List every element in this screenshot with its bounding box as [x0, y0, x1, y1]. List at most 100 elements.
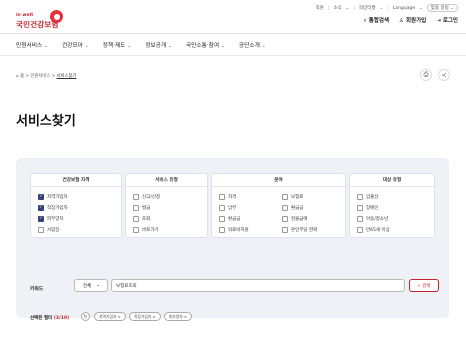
checkbox-icon[interactable] [219, 216, 225, 222]
checkbox-icon[interactable] [282, 216, 288, 222]
checkbox-icon[interactable] [357, 194, 363, 200]
option-label: 보험료 [291, 195, 304, 200]
checkbox-option[interactable]: 환급금 [282, 205, 303, 211]
checkbox-option[interactable]: 환급금 [219, 216, 240, 222]
search-button-label: 검색 [422, 283, 431, 289]
nav-item-civil[interactable]: 민원서비스 ⌄ [16, 40, 48, 49]
option-label: 조회 [142, 217, 151, 222]
checkbox-icon[interactable] [219, 194, 225, 200]
share-icon[interactable]: ≺ [438, 69, 450, 81]
checkbox-option[interactable]: 발급 [133, 205, 150, 211]
user-add-icon: ♙ [399, 18, 404, 24]
filter-chip[interactable]: 직장가입자 × [128, 312, 161, 321]
checkbox-option[interactable]: 현물급여 [282, 216, 308, 222]
divider: | [353, 5, 355, 11]
option-label: 환급금 [228, 217, 241, 222]
checkbox-option[interactable]: 만65세 이상 [357, 227, 390, 233]
main-nav: 민원서비스 ⌄ 건강모아 ⌄ 정책·제도 ⌄ 정보공개 ⌄ 국민소통·참여 ⌄ 공단소개 ⌄ [16, 40, 266, 49]
checkbox-icon[interactable] [282, 194, 288, 200]
option-label: 신고/신청 [142, 195, 161, 200]
checkbox-icon[interactable] [282, 205, 288, 211]
chevron-down-icon: ⌄ [96, 283, 101, 288]
nav-label: 국민소통·참여 [185, 43, 220, 49]
checkbox-option[interactable]: 보험료 [282, 194, 303, 200]
util-link-language[interactable]: Language [393, 6, 415, 11]
checkbox-icon[interactable] [133, 227, 139, 233]
keyword-label: 키워드 [30, 287, 44, 292]
join-button[interactable]: ♙ 회원가입 [399, 16, 426, 25]
option-label: 직장가입자 [47, 206, 68, 211]
reset-icon[interactable]: ↻ [81, 312, 90, 321]
checkbox-icon[interactable] [38, 227, 44, 233]
checkbox-checked-icon[interactable]: ✓ [38, 216, 44, 222]
print-icon[interactable]: ⎙ [420, 69, 432, 81]
util-link-alert[interactable]: 맞춤 알림 ⌄ [426, 4, 458, 12]
checkbox-checked-icon[interactable]: ✓ [38, 205, 44, 211]
filter-title: 분야 [212, 174, 345, 187]
checkbox-icon[interactable] [357, 227, 363, 233]
checkbox-icon[interactable] [133, 194, 139, 200]
chevron-down-icon: ⌄ [84, 44, 89, 49]
checkbox-icon[interactable] [357, 216, 363, 222]
breadcrumb-current[interactable]: 서비스찾기 [57, 74, 77, 79]
filter-box-qualification: 건강보험 자격 ✓ 지역가입자 ✓ 직장가입자 ✓ 피부양자 사업장 [30, 173, 122, 238]
checkbox-icon[interactable] [219, 227, 225, 233]
search-submit-button[interactable]: ⌕ 검색 [409, 279, 439, 292]
filter-chip[interactable]: 지역가입자 × [94, 312, 126, 321]
nav-item-about[interactable]: 공단소개 ⌄ [239, 40, 266, 49]
filter-title: 서비스 유형 [126, 174, 207, 187]
checkbox-option[interactable]: ✓ 피부양자 [38, 216, 64, 222]
checkbox-option[interactable]: ✓ 직장가입자 [38, 205, 68, 211]
nav-item-comm[interactable]: 국민소통·참여 ⌄ [186, 40, 225, 49]
checkbox-option[interactable]: 임출산 [357, 194, 378, 200]
home-icon[interactable]: ⌂ [16, 74, 19, 79]
checkbox-icon[interactable] [133, 205, 139, 211]
option-label: 발급 [142, 206, 151, 211]
checkbox-option[interactable]: 사업장 [38, 227, 59, 233]
login-button[interactable]: ⇥ 로그인 [436, 16, 458, 25]
option-label: 임출산 [366, 195, 379, 200]
checkbox-option[interactable]: 신고/신청 [133, 194, 160, 200]
checkbox-icon[interactable] [133, 216, 139, 222]
utility-bar: 직원 | 소식 ⌄ | 희망티켓 ⌄ | Language ⌄ 맞춤 알림 ⌄ [316, 4, 458, 12]
util-link-staff[interactable]: 직원 [316, 5, 324, 11]
filter-box-service-type: 서비스 유형 신고/신청 발급 조회 바로가기 [125, 173, 208, 238]
nav-item-policy[interactable]: 정책·제도 ⌄ [103, 40, 132, 49]
checkbox-option[interactable]: 본인부담 완화 [282, 227, 317, 233]
nav-label: 건강모아 [61, 43, 83, 49]
breadcrumb-level1[interactable]: 민원서비스 [30, 74, 50, 79]
checkbox-option[interactable]: ✓ 지역가입자 [38, 194, 68, 200]
filter-title: 건강보험 자격 [31, 174, 121, 187]
util-link-ticket[interactable]: 희망티켓 [359, 5, 376, 11]
chevron-down-icon: ⌄ [419, 5, 423, 11]
chevron-down-icon: ⌄ [221, 44, 225, 49]
divider: | [387, 5, 389, 11]
nav-item-health[interactable]: 건강모아 ⌄ [62, 40, 89, 49]
checkbox-icon[interactable] [219, 205, 225, 211]
keyword-input[interactable]: 보험료조회 [111, 279, 405, 292]
page-title: 서비스찾기 [16, 114, 76, 129]
breadcrumb-home[interactable]: 홈 [20, 74, 24, 79]
checkbox-option[interactable]: 아동/청소년 [357, 216, 388, 222]
header-divider [0, 33, 466, 34]
checkbox-option[interactable]: 자격 [219, 194, 236, 200]
selected-label-text: 선택된 필터 [30, 316, 53, 321]
checkbox-option[interactable]: 의료비지원 [219, 227, 249, 233]
checkbox-option[interactable]: 바로가기 [133, 227, 159, 233]
keyword-scope-select[interactable]: 전체 ⌄ [74, 279, 108, 292]
checkbox-checked-icon[interactable]: ✓ [38, 194, 44, 200]
checkbox-option[interactable]: 조회 [133, 216, 150, 222]
join-label: 회원가입 [405, 18, 427, 24]
search-label: 통합검색 [368, 18, 390, 24]
option-label: 사업장 [47, 228, 60, 233]
filter-chip[interactable]: 피부양자 × [163, 312, 193, 321]
search-button[interactable]: ⌕ 통합검색 [364, 16, 389, 25]
breadcrumb: ⌂ 홈 > 민원서비스 > 서비스찾기 [16, 74, 77, 79]
nav-item-info[interactable]: 정보공개 ⌄ [145, 40, 172, 49]
option-label: 환급금 [291, 206, 304, 211]
util-link-news[interactable]: 소식 [333, 5, 341, 11]
checkbox-option[interactable]: 납부 [219, 205, 236, 211]
checkbox-icon[interactable] [282, 227, 288, 233]
checkbox-icon[interactable] [357, 205, 363, 211]
checkbox-option[interactable]: 장애인 [357, 205, 378, 211]
